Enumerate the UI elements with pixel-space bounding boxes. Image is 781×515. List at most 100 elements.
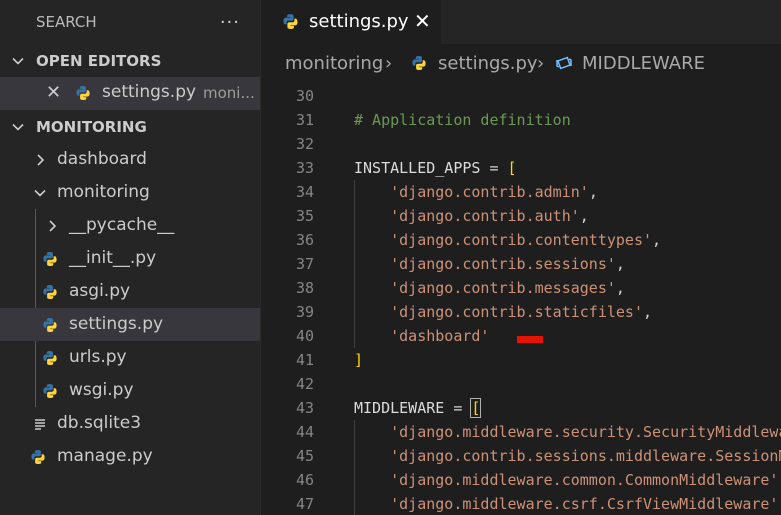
code-string: 'django.middleware.security.SecurityMidd… [390, 423, 781, 441]
line-number: 44 [295, 423, 314, 441]
tree-item-label: wsgi.py [69, 380, 134, 400]
code-line[interactable]: 38 'django.contrib.messages', [261, 276, 781, 300]
code-line[interactable]: 35 'django.contrib.auth', [261, 204, 781, 228]
breadcrumb-folder[interactable]: monitoring [285, 53, 383, 74]
tree-item-label: monitoring [57, 182, 150, 202]
tab-bar: settings.py ✕ [261, 0, 781, 44]
code-comment: # Application definition [354, 111, 571, 129]
code-string: 'django.middleware.common.CommonMiddlewa… [390, 471, 779, 489]
code-text: 'dashboard' [354, 327, 489, 345]
tree-file-settings[interactable]: settings.py [0, 308, 260, 341]
tree-file-urls[interactable]: urls.py [0, 341, 260, 374]
line-number: 40 [295, 327, 314, 345]
tree-item-label: __pycache__ [69, 215, 175, 235]
tree-file-db[interactable]: db.sqlite3 [0, 407, 260, 440]
code-line[interactable]: 31 # Application definition [261, 108, 781, 132]
explorer-sidebar: SEARCH ··· OPEN EDITORS ✕ settings.py mo… [0, 0, 260, 515]
chevron-right-icon [47, 209, 59, 242]
section-monitoring[interactable]: MONITORING [0, 110, 260, 143]
line-number: 34 [295, 183, 314, 201]
python-icon [42, 308, 58, 341]
code-punctuation: , [643, 303, 653, 321]
section-open-editors[interactable]: OPEN EDITORS [0, 44, 260, 77]
code-text: 'django.contrib.messages', [354, 279, 625, 297]
python-icon [411, 55, 427, 76]
code-line[interactable]: 34 'django.contrib.admin', [261, 180, 781, 204]
code-line[interactable]: 47 'django.middleware.csrf.CsrfViewMiddl… [261, 492, 781, 515]
code-text: 'django.middleware.common.CommonMiddlewa… [354, 471, 781, 489]
code-line[interactable]: 30 [261, 84, 781, 108]
open-editor-item[interactable]: ✕ settings.py moni... [0, 77, 260, 110]
tree-file-manage[interactable]: manage.py [0, 440, 260, 473]
code-line[interactable]: 39 'django.contrib.staticfiles', [261, 300, 781, 324]
code-text: INSTALLED_APPS = [ [354, 159, 517, 177]
code-line[interactable]: 45 'django.contrib.sessions.middleware.S… [261, 444, 781, 468]
code-line[interactable]: 43 MIDDLEWARE = [ [261, 396, 781, 420]
code-string: 'django.contrib.auth' [390, 207, 580, 225]
code-variable: INSTALLED_APPS [354, 159, 481, 177]
code-line[interactable]: 37 'django.contrib.sessions', [261, 252, 781, 276]
python-icon [30, 440, 46, 473]
tree-folder-monitoring[interactable]: monitoring [0, 176, 260, 209]
line-number: 46 [295, 471, 314, 489]
code-text: 'django.contrib.contenttypes', [354, 231, 661, 249]
close-icon[interactable]: ✕ [46, 82, 61, 103]
code-text: 'django.contrib.admin', [354, 183, 598, 201]
code-line[interactable]: 40 'dashboard' [261, 324, 781, 348]
section-title: OPEN EDITORS [36, 51, 162, 70]
code-text: ] [354, 351, 363, 369]
tab-settings[interactable]: settings.py ✕ [261, 0, 441, 44]
code-text: 'django.contrib.sessions.middleware.Sess… [354, 447, 781, 465]
code-line[interactable]: 36 'django.contrib.contenttypes', [261, 228, 781, 252]
tree-file-asgi[interactable]: asgi.py [0, 275, 260, 308]
code-line[interactable]: 46 'django.middleware.common.CommonMiddl… [261, 468, 781, 492]
line-number: 31 [295, 111, 314, 129]
code-line[interactable]: 33 INSTALLED_APPS = [ [261, 156, 781, 180]
tree-folder-pycache[interactable]: __pycache__ [0, 209, 260, 242]
code-bracket: ] [354, 351, 364, 369]
chevron-down-icon [0, 54, 36, 68]
python-icon [282, 13, 299, 34]
code-punctuation: , [615, 279, 625, 297]
line-number: 33 [295, 159, 314, 177]
python-icon [42, 275, 58, 308]
code-line[interactable]: 44 'django.middleware.security.SecurityM… [261, 420, 781, 444]
tree-item-label: settings.py [69, 314, 164, 334]
line-number: 38 [295, 279, 314, 297]
list-icon [33, 407, 47, 440]
code-operator: = [480, 159, 508, 177]
more-actions-icon[interactable]: ··· [220, 12, 240, 33]
line-number: 36 [295, 231, 314, 249]
code-line[interactable]: 32 [261, 132, 781, 156]
code-line[interactable]: 42 [261, 372, 781, 396]
tree-file-init[interactable]: __init__.py [0, 242, 260, 275]
code-bracket: [ [507, 159, 517, 177]
symbol-variable-icon [555, 55, 573, 76]
open-editor-dir: moni... [203, 84, 255, 102]
code-punctuation: , [588, 183, 598, 201]
code-punctuation: , [579, 207, 589, 225]
code-text: 'django.contrib.sessions', [354, 255, 625, 273]
code-line[interactable]: 41] [261, 348, 781, 372]
breadcrumb-symbol[interactable]: MIDDLEWARE [582, 53, 705, 74]
line-number: 37 [295, 255, 314, 273]
line-number: 47 [295, 495, 314, 513]
code-string: 'django.contrib.contenttypes' [390, 231, 653, 249]
tree-item-label: asgi.py [69, 281, 131, 301]
code-editor[interactable]: 30 31 # Application definition 32 33 INSTALLE… [261, 84, 781, 515]
breadcrumb-file[interactable]: settings.py [438, 53, 538, 74]
tree-item-label: __init__.py [69, 248, 157, 268]
code-string: 'django.contrib.messages' [390, 279, 616, 297]
breadcrumb: monitoring › settings.py › MIDDLEWARE [261, 44, 781, 84]
close-icon[interactable]: ✕ [414, 9, 431, 33]
tree-file-wsgi[interactable]: wsgi.py [0, 374, 260, 407]
tree-folder-dashboard[interactable]: dashboard [0, 143, 260, 176]
code-text: MIDDLEWARE = [ [354, 398, 482, 418]
code-text: 'django.middleware.security.SecurityMidd… [354, 423, 781, 441]
